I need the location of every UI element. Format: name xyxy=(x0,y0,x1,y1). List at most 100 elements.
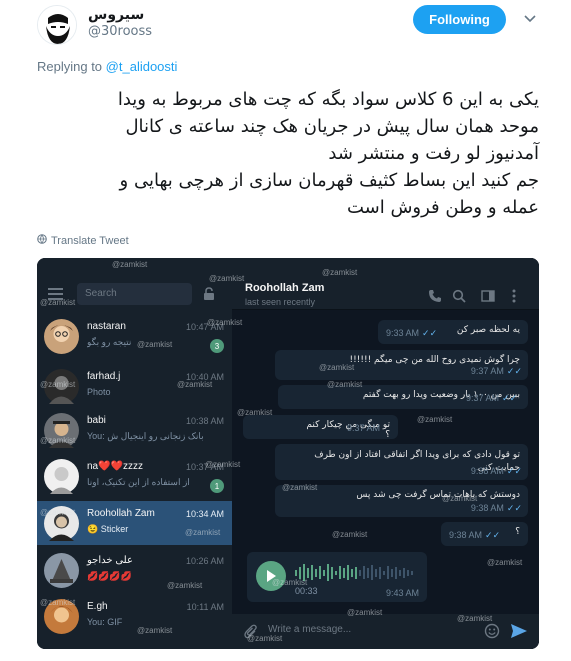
chat-avatar xyxy=(44,369,79,404)
author-handle[interactable]: @30rooss xyxy=(88,24,152,39)
read-check-icon: ✓✓ xyxy=(485,530,501,540)
search-input: Search xyxy=(77,283,192,305)
read-check-icon: ✓✓ xyxy=(502,393,518,403)
play-icon xyxy=(256,561,286,591)
compose-bar: Write a message... xyxy=(232,614,539,649)
author-display-name[interactable]: سیروس xyxy=(88,7,144,23)
paperclip-icon xyxy=(244,624,258,644)
message-time: 9:33 AM xyxy=(386,328,420,338)
phone-icon xyxy=(428,288,442,302)
chat-avatar xyxy=(44,553,79,588)
conversation-title: Roohollah Zam xyxy=(245,282,325,294)
message-time: 9:37 AM xyxy=(466,393,500,403)
read-check-icon: ✓✓ xyxy=(422,328,438,338)
message-time: 9:43 AM xyxy=(385,588,419,598)
message-bubble: یه لحظه صبر کن 9:33 AM ✓✓ xyxy=(378,320,528,344)
chat-time: 10:26 AM xyxy=(185,556,224,566)
tweet-text-line: موحد همان سال پیش در جریان هک چند ساعته … xyxy=(125,116,539,137)
tweet-header: سیروس @30rooss Following xyxy=(0,0,571,52)
chat-avatar xyxy=(44,413,79,448)
message-bubble-incoming: تو میگی من چیکار کنم ؟ 9:37 AM xyxy=(243,415,398,440)
message-bubble: تو قول دادی که برای ویدا اگر اتفاقی افتا… xyxy=(275,444,528,480)
chevron-down-icon[interactable] xyxy=(521,10,539,28)
chat-time: 10:38 AM xyxy=(185,416,224,426)
chat-avatar xyxy=(44,599,79,634)
chat-list-item: E.gh You: GIF 10:11 AM xyxy=(37,594,232,638)
chat-list-item: farhad.j Photo 10:40 AM xyxy=(37,364,232,408)
lock-icon xyxy=(203,286,215,305)
embedded-telegram-screenshot[interactable]: Search nastaran نتیجه رو بگو 10:47 AM 3 … xyxy=(37,258,539,649)
chat-name: nastaran xyxy=(87,321,126,332)
message-time: 9:37 AM xyxy=(470,366,504,376)
conversation-header: Roohollah Zam last seen recently xyxy=(232,258,539,310)
message-time: 9:38 AM xyxy=(449,530,483,540)
conversation-panel: Roohollah Zam last seen recently یه لحظه… xyxy=(232,258,539,649)
chat-preview: 😉 Sticker xyxy=(87,524,129,534)
chat-name: Roohollah Zam xyxy=(87,508,155,519)
chat-preview: 💋💋💋💋 xyxy=(87,571,132,581)
chat-avatar xyxy=(44,459,79,494)
message-bubble: ببین من ۱۰۰ بار وضعیت ویدا رو بهت گفتم 9… xyxy=(278,385,528,409)
chat-list-panel: Search nastaran نتیجه رو بگو 10:47 AM 3 … xyxy=(37,258,232,649)
message-bubble: دوستش که باهات تماس گرفت چی شد پس 9:38 A… xyxy=(275,485,528,517)
send-icon xyxy=(510,623,528,643)
chat-list-item: nastaran نتیجه رو بگو 10:47 AM 3 xyxy=(37,314,232,358)
chat-name: na❤️❤️zzzz xyxy=(87,461,144,472)
chat-preview: Photo xyxy=(87,387,111,397)
chat-time: 10:37 AM xyxy=(185,462,224,472)
tweet-text-line: جم کنید این بساط کثیف قهرمان سازی از هرچ… xyxy=(119,170,539,191)
chat-avatar xyxy=(44,506,79,541)
tweet-text-line: آمدنیوز لو رفت و منتشر شد xyxy=(328,143,539,164)
replying-to-link[interactable]: @t_alidoosti xyxy=(106,59,178,74)
chat-time: 10:40 AM xyxy=(185,372,224,382)
conversation-status: last seen recently xyxy=(245,297,316,307)
chat-time: 10:11 AM xyxy=(186,602,224,612)
chat-time: 10:47 AM xyxy=(185,322,224,332)
following-button[interactable]: Following xyxy=(413,5,506,34)
chat-preview: You: GIF xyxy=(87,617,123,627)
author-avatar[interactable] xyxy=(37,5,77,45)
chat-list-topbar: Search xyxy=(37,258,232,310)
chat-name: babi xyxy=(87,415,106,426)
menu-icon xyxy=(48,288,63,300)
chat-list-item: علی خداجو 💋💋💋💋 10:26 AM xyxy=(37,548,232,592)
tweet-text-line: عمله و وطن فروش است xyxy=(346,197,539,218)
chat-preview: نتیجه رو بگو xyxy=(87,337,132,347)
waveform-icon xyxy=(295,564,413,581)
message-input: Write a message... xyxy=(268,624,352,635)
voice-duration: 00:33 xyxy=(295,586,318,596)
chat-name: علی خداجو xyxy=(87,555,133,566)
message-time: 9:38 AM xyxy=(470,503,504,513)
translate-tweet-link[interactable]: Translate Tweet xyxy=(37,234,129,247)
message-bubble: ؟ 9:38 AM ✓✓ xyxy=(441,522,528,546)
voice-message: 00:33 9:43 AM xyxy=(247,552,427,602)
message-text: دوستش که باهات تماس گرفت چی شد پس xyxy=(356,490,520,500)
sidebar-toggle-icon xyxy=(481,288,495,302)
replying-prefix: Replying to xyxy=(37,59,103,74)
chat-list-item: na❤️❤️zzzz از استفاده از این تکنیک، اونا… xyxy=(37,454,232,498)
read-check-icon: ✓✓ xyxy=(506,366,522,376)
chat-time: 10:34 AM xyxy=(185,509,224,519)
globe-icon xyxy=(37,234,47,247)
chat-name: farhad.j xyxy=(87,371,121,382)
read-check-icon: ✓✓ xyxy=(506,503,522,513)
tweet-text: یکی به این 6 کلاس سواد بگه که چت های مرب… xyxy=(37,86,539,221)
chat-list-item: babi You: بانک زنجانی رو اینجیال ش 10:38… xyxy=(37,408,232,452)
chat-preview: از استفاده از این تکنیک، اونا xyxy=(87,477,190,487)
chat-preview: You: بانک زنجانی رو اینجیال ش xyxy=(87,431,204,441)
chat-list-item-active: Roohollah Zam 😉 Sticker 10:34 AM xyxy=(37,501,232,545)
message-bubble: چرا گوش نمیدی روح الله من چی میگم !!!!!!… xyxy=(275,350,528,380)
chat-name: E.gh xyxy=(87,601,108,612)
message-time: 9:38 AM xyxy=(470,466,504,476)
search-icon xyxy=(452,288,466,303)
more-vertical-icon xyxy=(511,288,525,303)
read-check-icon: ✓✓ xyxy=(506,466,522,476)
tweet-text-line: یکی به این 6 کلاس سواد بگه که چت های مرب… xyxy=(117,89,539,110)
message-time: 9:37 AM xyxy=(347,423,381,433)
message-text: چرا گوش نمیدی روح الله من چی میگم !!!!!! xyxy=(349,355,520,365)
emoji-icon xyxy=(484,623,500,643)
chat-avatar xyxy=(44,319,79,354)
replying-to-line: Replying to @t_alidoosti xyxy=(37,59,177,74)
unread-badge: 3 xyxy=(210,339,224,353)
translate-label: Translate Tweet xyxy=(51,234,129,247)
